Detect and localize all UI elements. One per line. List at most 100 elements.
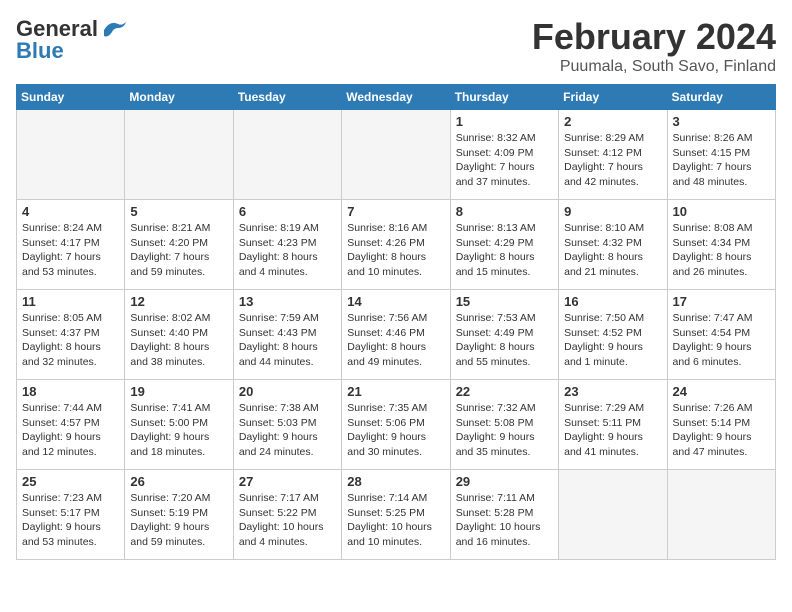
- weekday-header-saturday: Saturday: [667, 85, 775, 110]
- day-info: Sunrise: 8:05 AM Sunset: 4:37 PM Dayligh…: [22, 311, 119, 370]
- calendar-cell: 2 Sunrise: 8:29 AM Sunset: 4:12 PM Daylig…: [559, 110, 667, 200]
- day-number: 17: [673, 294, 770, 309]
- day-number: 12: [130, 294, 227, 309]
- calendar-table: SundayMondayTuesdayWednesdayThursdayFrid…: [16, 84, 776, 560]
- day-number: 7: [347, 204, 444, 219]
- calendar-cell: 9 Sunrise: 8:10 AM Sunset: 4:32 PM Daylig…: [559, 200, 667, 290]
- day-number: 16: [564, 294, 661, 309]
- weekday-header-tuesday: Tuesday: [233, 85, 341, 110]
- day-number: 24: [673, 384, 770, 399]
- calendar-cell: 24 Sunrise: 7:26 AM Sunset: 5:14 PM Dayli…: [667, 380, 775, 470]
- day-info: Sunrise: 7:44 AM Sunset: 4:57 PM Dayligh…: [22, 401, 119, 460]
- logo-bird-icon: [100, 18, 128, 40]
- calendar-week-1: 1 Sunrise: 8:32 AM Sunset: 4:09 PM Daylig…: [17, 110, 776, 200]
- calendar-week-3: 11 Sunrise: 8:05 AM Sunset: 4:37 PM Dayli…: [17, 290, 776, 380]
- day-info: Sunrise: 8:02 AM Sunset: 4:40 PM Dayligh…: [130, 311, 227, 370]
- day-number: 15: [456, 294, 553, 309]
- day-number: 8: [456, 204, 553, 219]
- weekday-header-row: SundayMondayTuesdayWednesdayThursdayFrid…: [17, 85, 776, 110]
- main-title: February 2024: [532, 16, 776, 58]
- calendar-cell: 1 Sunrise: 8:32 AM Sunset: 4:09 PM Daylig…: [450, 110, 558, 200]
- calendar-cell: 16 Sunrise: 7:50 AM Sunset: 4:52 PM Dayli…: [559, 290, 667, 380]
- day-info: Sunrise: 7:35 AM Sunset: 5:06 PM Dayligh…: [347, 401, 444, 460]
- page-header: General Blue February 2024 Puumala, Sout…: [16, 16, 776, 76]
- subtitle: Puumala, South Savo, Finland: [532, 58, 776, 76]
- day-info: Sunrise: 7:23 AM Sunset: 5:17 PM Dayligh…: [22, 491, 119, 550]
- weekday-header-sunday: Sunday: [17, 85, 125, 110]
- calendar-cell: 5 Sunrise: 8:21 AM Sunset: 4:20 PM Daylig…: [125, 200, 233, 290]
- logo-blue: Blue: [16, 38, 64, 64]
- day-number: 5: [130, 204, 227, 219]
- day-info: Sunrise: 8:19 AM Sunset: 4:23 PM Dayligh…: [239, 221, 336, 280]
- calendar-cell: 3 Sunrise: 8:26 AM Sunset: 4:15 PM Daylig…: [667, 110, 775, 200]
- calendar-cell: 20 Sunrise: 7:38 AM Sunset: 5:03 PM Dayli…: [233, 380, 341, 470]
- calendar-week-2: 4 Sunrise: 8:24 AM Sunset: 4:17 PM Daylig…: [17, 200, 776, 290]
- calendar-cell: 11 Sunrise: 8:05 AM Sunset: 4:37 PM Dayli…: [17, 290, 125, 380]
- day-info: Sunrise: 7:47 AM Sunset: 4:54 PM Dayligh…: [673, 311, 770, 370]
- day-number: 6: [239, 204, 336, 219]
- calendar-cell: 25 Sunrise: 7:23 AM Sunset: 5:17 PM Dayli…: [17, 470, 125, 560]
- calendar-cell: 28 Sunrise: 7:14 AM Sunset: 5:25 PM Dayli…: [342, 470, 450, 560]
- day-info: Sunrise: 7:38 AM Sunset: 5:03 PM Dayligh…: [239, 401, 336, 460]
- day-number: 23: [564, 384, 661, 399]
- calendar-cell: 12 Sunrise: 8:02 AM Sunset: 4:40 PM Dayli…: [125, 290, 233, 380]
- day-number: 27: [239, 474, 336, 489]
- weekday-header-friday: Friday: [559, 85, 667, 110]
- calendar-cell: 19 Sunrise: 7:41 AM Sunset: 5:00 PM Dayli…: [125, 380, 233, 470]
- day-number: 26: [130, 474, 227, 489]
- day-info: Sunrise: 7:59 AM Sunset: 4:43 PM Dayligh…: [239, 311, 336, 370]
- calendar-cell: [17, 110, 125, 200]
- day-info: Sunrise: 8:21 AM Sunset: 4:20 PM Dayligh…: [130, 221, 227, 280]
- calendar-cell: [125, 110, 233, 200]
- day-info: Sunrise: 8:08 AM Sunset: 4:34 PM Dayligh…: [673, 221, 770, 280]
- calendar-cell: 29Sunrise: 7:11 AM Sunset: 5:28 PM Dayli…: [450, 470, 558, 560]
- day-number: 19: [130, 384, 227, 399]
- calendar-cell: 14 Sunrise: 7:56 AM Sunset: 4:46 PM Dayli…: [342, 290, 450, 380]
- calendar-cell: [342, 110, 450, 200]
- day-info: Sunrise: 7:11 AM Sunset: 5:28 PM Dayligh…: [456, 491, 553, 550]
- calendar-week-4: 18 Sunrise: 7:44 AM Sunset: 4:57 PM Dayli…: [17, 380, 776, 470]
- day-number: 2: [564, 114, 661, 129]
- day-info: Sunrise: 7:56 AM Sunset: 4:46 PM Dayligh…: [347, 311, 444, 370]
- calendar-cell: 23 Sunrise: 7:29 AM Sunset: 5:11 PM Dayli…: [559, 380, 667, 470]
- day-number: 11: [22, 294, 119, 309]
- calendar-cell: 8 Sunrise: 8:13 AM Sunset: 4:29 PM Daylig…: [450, 200, 558, 290]
- day-info: Sunrise: 7:26 AM Sunset: 5:14 PM Dayligh…: [673, 401, 770, 460]
- calendar-cell: 7 Sunrise: 8:16 AM Sunset: 4:26 PM Daylig…: [342, 200, 450, 290]
- day-info: Sunrise: 7:41 AM Sunset: 5:00 PM Dayligh…: [130, 401, 227, 460]
- calendar-cell: 22Sunrise: 7:32 AM Sunset: 5:08 PM Dayli…: [450, 380, 558, 470]
- day-number: 4: [22, 204, 119, 219]
- day-number: 20: [239, 384, 336, 399]
- calendar-cell: 18 Sunrise: 7:44 AM Sunset: 4:57 PM Dayli…: [17, 380, 125, 470]
- day-number: 1: [456, 114, 553, 129]
- day-number: 28: [347, 474, 444, 489]
- calendar-cell: [233, 110, 341, 200]
- day-info: Sunrise: 8:26 AM Sunset: 4:15 PM Dayligh…: [673, 131, 770, 190]
- day-number: 25: [22, 474, 119, 489]
- day-info: Sunrise: 7:29 AM Sunset: 5:11 PM Dayligh…: [564, 401, 661, 460]
- day-info: Sunrise: 8:29 AM Sunset: 4:12 PM Dayligh…: [564, 131, 661, 190]
- day-info: Sunrise: 7:17 AM Sunset: 5:22 PM Dayligh…: [239, 491, 336, 550]
- day-info: Sunrise: 7:50 AM Sunset: 4:52 PM Dayligh…: [564, 311, 661, 370]
- calendar-body: 1 Sunrise: 8:32 AM Sunset: 4:09 PM Daylig…: [17, 110, 776, 560]
- day-info: Sunrise: 8:24 AM Sunset: 4:17 PM Dayligh…: [22, 221, 119, 280]
- calendar-cell: 6 Sunrise: 8:19 AM Sunset: 4:23 PM Daylig…: [233, 200, 341, 290]
- day-number: 14: [347, 294, 444, 309]
- day-number: 9: [564, 204, 661, 219]
- day-info: Sunrise: 8:16 AM Sunset: 4:26 PM Dayligh…: [347, 221, 444, 280]
- calendar-cell: 13 Sunrise: 7:59 AM Sunset: 4:43 PM Dayli…: [233, 290, 341, 380]
- day-number: 18: [22, 384, 119, 399]
- day-info: Sunrise: 7:32 AM Sunset: 5:08 PM Dayligh…: [456, 401, 553, 460]
- day-number: 13: [239, 294, 336, 309]
- calendar-cell: 21 Sunrise: 7:35 AM Sunset: 5:06 PM Dayli…: [342, 380, 450, 470]
- calendar-cell: 26Sunrise: 7:20 AM Sunset: 5:19 PM Dayli…: [125, 470, 233, 560]
- day-info: Sunrise: 7:14 AM Sunset: 5:25 PM Dayligh…: [347, 491, 444, 550]
- day-info: Sunrise: 8:10 AM Sunset: 4:32 PM Dayligh…: [564, 221, 661, 280]
- calendar-cell: [667, 470, 775, 560]
- day-number: 21: [347, 384, 444, 399]
- weekday-header-wednesday: Wednesday: [342, 85, 450, 110]
- day-number: 3: [673, 114, 770, 129]
- day-info: Sunrise: 8:13 AM Sunset: 4:29 PM Dayligh…: [456, 221, 553, 280]
- day-info: Sunrise: 8:32 AM Sunset: 4:09 PM Dayligh…: [456, 131, 553, 190]
- calendar-cell: [559, 470, 667, 560]
